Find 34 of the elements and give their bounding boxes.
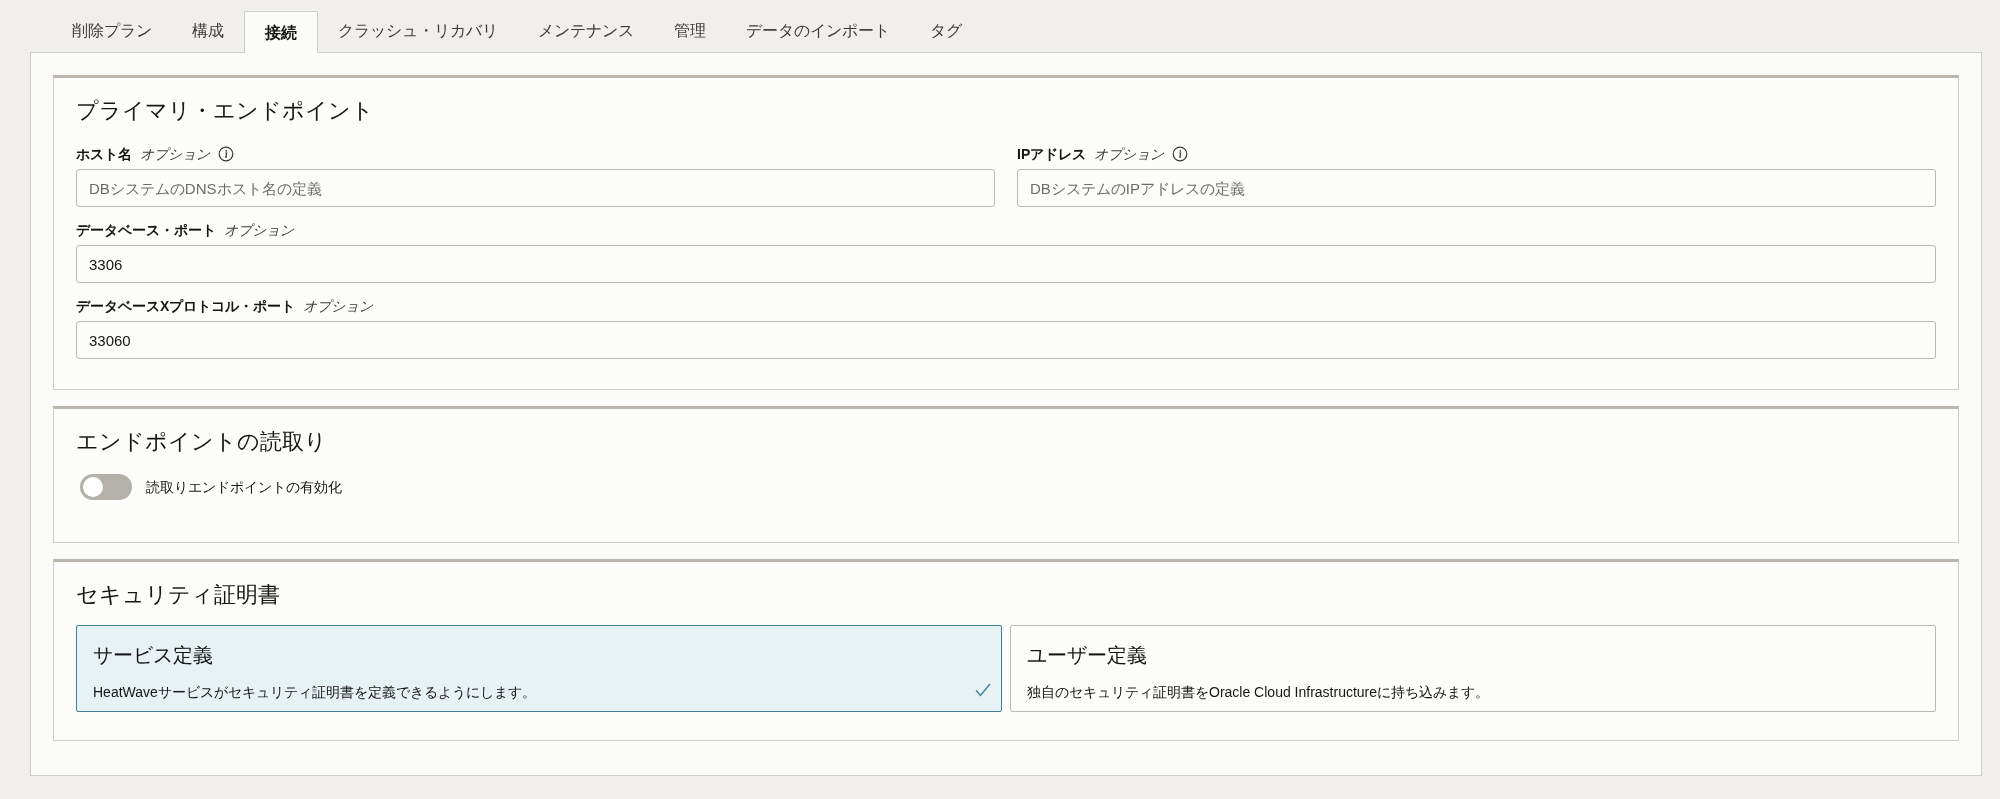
input-field[interactable]: DBシステムのDNSホスト名の定義: [76, 169, 995, 207]
option-title: ユーザー定義: [1027, 643, 1148, 668]
field-label: データベースXプロトコル・ポート: [76, 296, 296, 316]
tab[interactable]: クラッシュ・リカバリ: [318, 10, 518, 52]
section-title: エンドポイントの読取り: [76, 428, 328, 456]
check-icon: [975, 683, 991, 697]
tab[interactable]: メンテナンス: [518, 10, 654, 52]
tab[interactable]: 接続: [244, 11, 318, 53]
section-title: プライマリ・エンドポイント: [76, 97, 375, 125]
option-title: サービス定義: [93, 643, 214, 668]
info-icon[interactable]: [218, 146, 234, 162]
optional-label: オプション: [303, 296, 374, 316]
option-description: 独自のセキュリティ証明書をOracle Cloud Infrastructureに持ち込みます。: [1027, 683, 1490, 702]
optional-label: オプション: [140, 144, 210, 164]
input-field[interactable]: DBシステムのIPアドレスの定義: [1017, 169, 1936, 207]
option-card[interactable]: ユーザー定義 独自のセキュリティ証明書をOracle Cloud Infrastructureに持ち込みます。: [1010, 625, 1936, 712]
tab[interactable]: データのインポート: [726, 10, 910, 52]
input-field[interactable]: 33060: [76, 321, 1936, 359]
optional-label: オプション: [224, 220, 294, 240]
info-icon[interactable]: [1172, 146, 1189, 162]
field-label: IPアドレス: [1017, 144, 1087, 164]
toggle-label: 読取りエンドポイントの有効化: [146, 477, 342, 497]
tab[interactable]: 削除プラン: [52, 10, 172, 52]
section-title: セキュリティ証明書: [76, 581, 281, 609]
tab[interactable]: 管理: [654, 10, 726, 52]
tab[interactable]: 構成: [172, 10, 244, 52]
tab[interactable]: タグ: [910, 10, 982, 52]
optional-label: オプション: [1094, 144, 1165, 164]
field-label: ホスト名: [76, 144, 132, 164]
field-label: データベース・ポート: [76, 220, 216, 240]
input-field[interactable]: 3306: [76, 245, 1936, 283]
option-card[interactable]: サービス定義 HeatWaveサービスがセキュリティ証明書を定義できるようにします。: [76, 625, 1002, 712]
toggle-switch[interactable]: [80, 474, 132, 500]
option-description: HeatWaveサービスがセキュリティ証明書を定義できるようにします。: [93, 683, 536, 702]
